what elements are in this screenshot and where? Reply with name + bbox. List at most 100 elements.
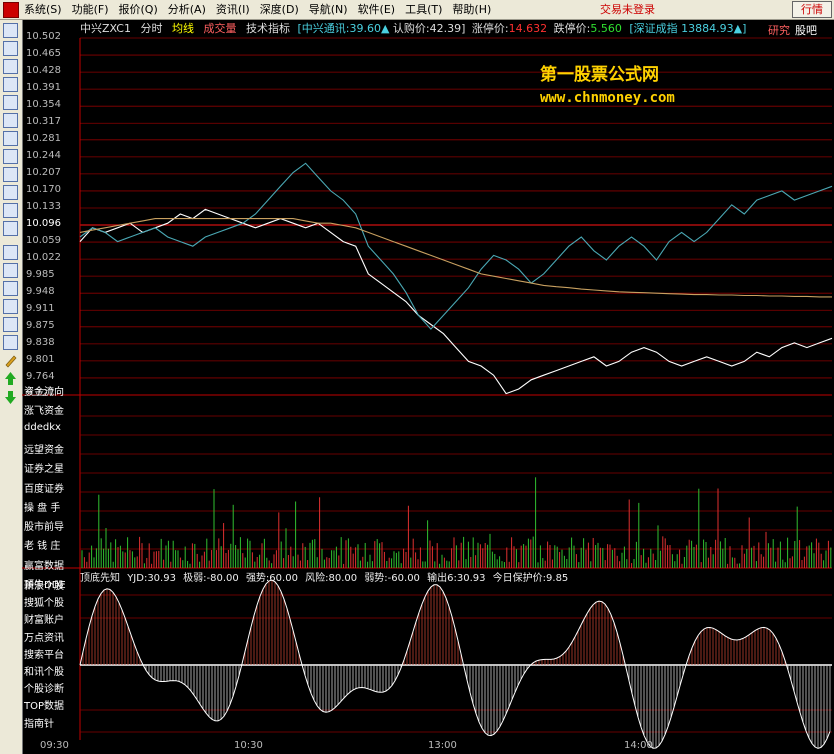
forum-link[interactable]: 股吧: [795, 22, 817, 38]
left-toolbar: [0, 20, 23, 754]
indicator-weak-extreme: 极弱:-80.00: [183, 573, 239, 584]
menu-quote[interactable]: 报价(Q): [116, 0, 163, 19]
trade-login-status[interactable]: 交易未登录: [600, 0, 655, 19]
time-tick-label: 10:30: [234, 740, 263, 751]
trend-icon[interactable]: [3, 263, 18, 278]
research-link[interactable]: 研究: [768, 22, 790, 38]
side-tab-item[interactable]: 远望资金: [24, 441, 64, 456]
price-tick-label: 9.985: [26, 269, 55, 281]
indicator-name[interactable]: 顶底先知: [80, 573, 120, 584]
report-icon[interactable]: [3, 131, 18, 146]
mail-icon[interactable]: [3, 149, 18, 164]
price-tick-label: 10.502: [26, 31, 61, 42]
price-tick-label: 9.911: [26, 303, 55, 315]
price-tick-label: 10.133: [26, 200, 61, 212]
line-chart-icon[interactable]: [3, 59, 18, 74]
menu-depth[interactable]: 深度(D): [257, 0, 304, 19]
side-tab-item[interactable]: 指南针: [24, 715, 54, 730]
limit-up-value: 14.632: [508, 22, 548, 35]
avg-line-label[interactable]: 均线: [172, 22, 194, 35]
indicator-strong: 强势:60.00: [245, 573, 298, 584]
indicator-yjd: YJD:30.93: [127, 573, 176, 584]
indicator-output: 输出6:30.93: [427, 573, 486, 584]
menu-analysis[interactable]: 分析(A): [165, 0, 211, 19]
side-tab-item[interactable]: TOP数据: [24, 697, 64, 712]
side-tab-item[interactable]: 财富账户: [24, 611, 64, 626]
price-tick-label: 10.096: [26, 218, 61, 230]
grid-icon[interactable]: [3, 41, 18, 56]
sheet-icon[interactable]: [3, 335, 18, 350]
list-icon[interactable]: [3, 113, 18, 128]
menu-info[interactable]: 资讯(I): [213, 0, 255, 19]
indicator-info-bar: 顶底先知 YJD:30.93 极弱:-80.00 强势:60.00 风险:80.…: [80, 569, 568, 584]
side-tab-item[interactable]: 个股诊断: [24, 680, 64, 695]
magnifier-icon[interactable]: [3, 185, 18, 200]
limit-up-label: 涨停价:: [471, 22, 509, 35]
price-tick-label: 10.059: [26, 235, 61, 247]
menu-help[interactable]: 帮助(H): [449, 0, 496, 19]
menu-bar: 系统(S) 功能(F) 报价(Q) 分析(A) 资讯(I) 深度(D) 导航(N…: [0, 0, 834, 20]
side-tab-item[interactable]: 资金流向: [24, 383, 64, 398]
chart-info-bar: 中兴ZXC1 分时 均线 成交量 技术指标 [中兴通讯:39.60▲ 认购价:4…: [80, 20, 746, 38]
indicator-risk: 风险:80.00: [305, 573, 358, 584]
kline-icon[interactable]: [3, 245, 18, 260]
side-tab-item[interactable]: ddedkx: [24, 422, 61, 433]
time-tick-label: 13:00: [428, 740, 457, 751]
contract-code: 中兴ZXC1: [80, 22, 131, 35]
menu-function[interactable]: 功能(F): [69, 0, 114, 19]
side-tab-item[interactable]: 新浪个股: [24, 577, 64, 592]
menu-system[interactable]: 系统(S): [21, 0, 67, 19]
price-tick-label: 9.764: [26, 370, 55, 382]
users-icon[interactable]: [3, 167, 18, 182]
side-tab-item[interactable]: 老 钱 庄: [24, 537, 60, 552]
side-tab-item[interactable]: 搜狐个股: [24, 594, 64, 609]
bar-chart-icon[interactable]: [3, 77, 18, 92]
side-tab-item[interactable]: 操 盘 手: [24, 499, 60, 514]
arrow-up-icon[interactable]: [3, 371, 18, 386]
watermark-url: www.chnmoney.com: [540, 90, 675, 106]
series-line: [79, 162, 833, 330]
f10-icon[interactable]: [3, 203, 18, 218]
price-tick-label: 9.801: [26, 353, 55, 365]
side-tab-item[interactable]: 和讯个股: [24, 663, 64, 678]
subscribe-price: 认购价:42.39]: [392, 22, 466, 35]
side-tab-item[interactable]: 万点资讯: [24, 629, 64, 644]
info-icon[interactable]: [3, 221, 18, 236]
mode-label[interactable]: 分时: [140, 22, 162, 35]
volume-label[interactable]: 成交量: [203, 22, 236, 35]
limit-down-label: 跌停价:: [553, 22, 591, 35]
price-tick-label: 10.022: [26, 252, 61, 264]
menu-navigation[interactable]: 导航(N): [306, 0, 353, 19]
window-icon[interactable]: [3, 23, 18, 38]
limit-down-value: 5.560: [590, 22, 622, 35]
price-tick-label: 10.317: [26, 116, 61, 128]
price-tick-label: 10.170: [26, 183, 61, 195]
app-logo-icon: [3, 1, 19, 18]
quote-button[interactable]: 行情: [792, 1, 832, 18]
price-tick-label: 10.428: [26, 65, 61, 77]
watermark-title: 第一股票公式网: [540, 65, 659, 85]
reference-stock: [中兴通讯:39.60▲: [297, 22, 390, 35]
arrow-down-icon[interactable]: [3, 390, 18, 405]
side-tab-item[interactable]: 搜索平台: [24, 646, 64, 661]
pencil-icon[interactable]: [3, 353, 18, 368]
side-tab-item[interactable]: 证券之星: [24, 460, 64, 475]
volume-icon[interactable]: [3, 281, 18, 296]
indicator-protect-price: 今日保护价:9.85: [492, 573, 569, 584]
side-tab-item[interactable]: 赢富数据: [24, 557, 64, 572]
intraday-chart[interactable]: [22, 20, 834, 754]
candle-icon[interactable]: [3, 299, 18, 314]
price-tick-label: 10.354: [26, 99, 61, 111]
side-tab-item[interactable]: 百度证券: [24, 480, 64, 495]
menu-software[interactable]: 软件(E): [355, 0, 401, 19]
price-tick-label: 10.281: [26, 132, 61, 144]
tech-indicator-label[interactable]: 技术指标: [246, 22, 290, 35]
chart-panel: 中兴ZXC1 分时 均线 成交量 技术指标 [中兴通讯:39.60▲ 认购价:4…: [22, 20, 834, 754]
side-tab-item[interactable]: 涨飞资金: [24, 402, 64, 417]
price-tick-label: 10.207: [26, 166, 61, 178]
side-tab-item[interactable]: 股市前导: [24, 518, 64, 533]
percent-icon[interactable]: [3, 317, 18, 332]
table-icon[interactable]: [3, 95, 18, 110]
index-quote: [深证成指 13884.93▲]: [629, 22, 747, 35]
menu-tools[interactable]: 工具(T): [402, 0, 447, 19]
